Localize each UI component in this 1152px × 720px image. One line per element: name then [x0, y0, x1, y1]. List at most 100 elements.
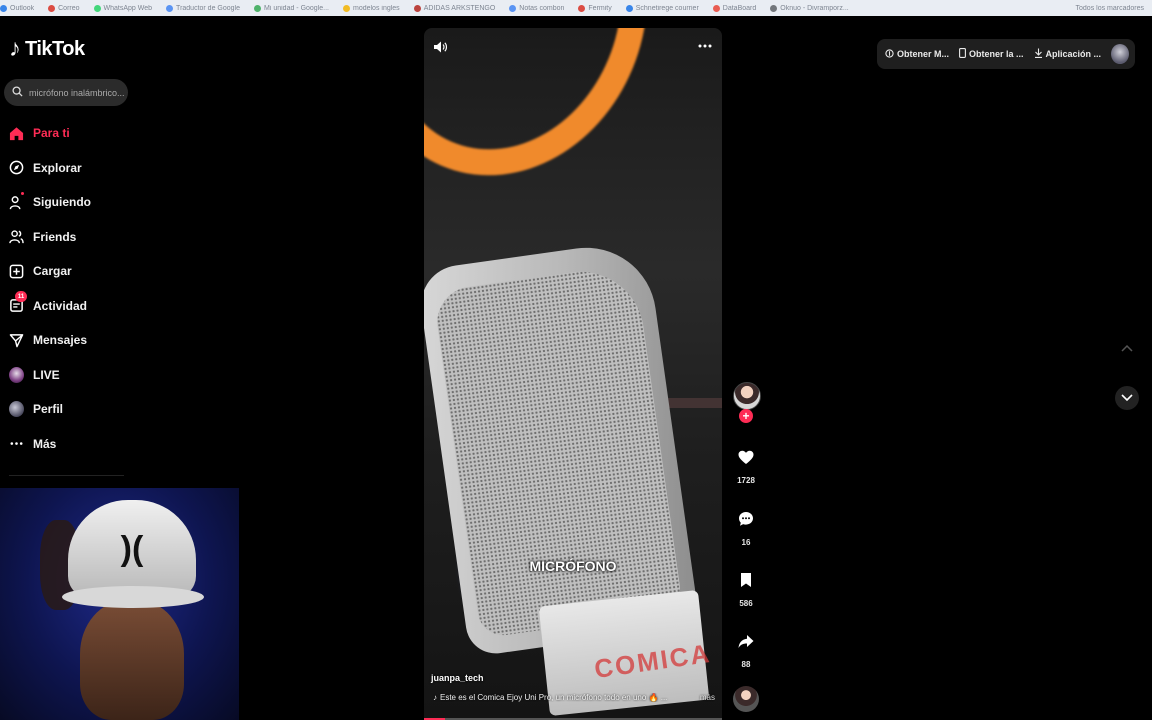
- sidebar-divider: [9, 475, 124, 476]
- share-action[interactable]: 88: [730, 630, 762, 669]
- search-input[interactable]: micrófono inalámbrico...: [4, 79, 128, 106]
- bookmark-icon: [48, 4, 56, 12]
- comment-action[interactable]: 16: [730, 508, 762, 547]
- bookmark-icon: [166, 4, 174, 12]
- sidebar-item-cargar[interactable]: Cargar: [0, 254, 170, 289]
- more-dots-icon: [698, 44, 712, 48]
- ring-light: [424, 28, 692, 216]
- desktop-app-button[interactable]: Aplicación ...: [1034, 48, 1102, 60]
- creator-avatar[interactable]: [733, 382, 761, 410]
- more-link[interactable]: más: [700, 693, 715, 702]
- search-icon[interactable]: [12, 84, 23, 102]
- bookmark-icon: [413, 4, 421, 12]
- upload-icon: [9, 264, 24, 279]
- bookmark-icon: [578, 4, 586, 12]
- sidebar-item-label: Para ti: [33, 126, 70, 141]
- like-count: 1728: [737, 476, 755, 485]
- bookmarks-bar: Outlook Correo WhatsApp Web Traductor de…: [0, 0, 1152, 16]
- bookmark-icon: [509, 4, 517, 12]
- music-note-icon: ♪: [433, 693, 437, 702]
- sidebar-item-label: Explorar: [33, 160, 82, 175]
- sidebar-item-label: LIVE: [33, 367, 60, 382]
- compass-icon: [9, 160, 24, 175]
- desktop-app-label: Aplicación ...: [1045, 49, 1102, 59]
- bookmark-8[interactable]: Fermity: [578, 4, 612, 12]
- all-bookmarks[interactable]: Todos los marcadores: [1076, 5, 1144, 12]
- sidebar-item-label: Friends: [33, 229, 77, 244]
- sidebar-item-mensajes[interactable]: Mensajes: [0, 323, 170, 358]
- bookmark-icon: [0, 4, 7, 12]
- sidebar-item-siguiendo[interactable]: Siguiendo: [0, 185, 170, 220]
- search-text: micrófono inalámbrico...: [29, 87, 125, 98]
- sidebar-item-explorar[interactable]: Explorar: [0, 151, 170, 186]
- sidebar-item-label: Mensajes: [33, 333, 88, 348]
- video-caption-overlay: MICRÓFONO: [529, 558, 617, 574]
- bookmark-1[interactable]: Correo: [48, 4, 80, 12]
- like-action[interactable]: 1728: [730, 446, 762, 485]
- sidebar-item-para-ti[interactable]: Para ti: [0, 116, 170, 151]
- sidebar-item-label: Actividad: [33, 298, 88, 313]
- chevron-down-icon: [1121, 394, 1133, 402]
- more-options-button[interactable]: [696, 39, 714, 53]
- bookmark-6[interactable]: ADIDAS ARKSTENGO: [413, 4, 495, 12]
- tiktok-logo[interactable]: ♪ TikTok: [9, 37, 85, 61]
- activity-icon: 11: [9, 291, 27, 313]
- next-video-button[interactable]: [1115, 386, 1139, 410]
- follow-button[interactable]: +: [739, 409, 753, 423]
- bookmark-icon: [712, 4, 720, 12]
- heart-icon[interactable]: [735, 446, 757, 468]
- sidebar-item-actividad[interactable]: 11 Actividad: [0, 289, 170, 324]
- notification-dot: [21, 191, 24, 195]
- following-icon: [9, 191, 24, 210]
- volume-icon: [434, 41, 448, 53]
- video-description: ♪ Este es el Comica Ejoy Uni Pro, un mic…: [433, 693, 715, 702]
- bookmark-icon: [342, 4, 350, 12]
- bookmark-icon: [93, 4, 101, 12]
- video-player[interactable]: COMICA MICRÓFONO juanpa_tech ♪ Este es e…: [424, 28, 722, 720]
- save-action[interactable]: 586: [730, 569, 762, 608]
- share-icon[interactable]: [735, 630, 757, 652]
- bookmark-5[interactable]: modelos ingles: [342, 4, 400, 12]
- bookmark-11[interactable]: Oknuo - Divramporz...: [770, 4, 849, 12]
- download-icon: [1034, 48, 1043, 60]
- video-author[interactable]: juanpa_tech: [431, 673, 484, 683]
- home-icon: [9, 126, 24, 141]
- sidebar-item-friends[interactable]: Friends: [0, 220, 170, 255]
- tiktok-note-icon: ♪: [9, 35, 21, 62]
- bookmark-icon[interactable]: [735, 569, 757, 591]
- sidebar-item-label: Cargar: [33, 264, 72, 279]
- top-actions-bar: Obtener M... Obtener la ... Aplicación .…: [877, 39, 1135, 69]
- sidebar-item-live[interactable]: LIVE: [0, 358, 170, 393]
- bookmark-10[interactable]: DataBoard: [712, 4, 756, 12]
- user-avatar[interactable]: [1111, 44, 1129, 64]
- get-coins-button[interactable]: Obtener M...: [885, 48, 950, 60]
- bookmark-7[interactable]: Notas combon: [509, 4, 564, 12]
- profile-avatar-icon: [9, 401, 24, 418]
- previous-video-button[interactable]: [1115, 336, 1139, 360]
- live-avatar-icon: [9, 366, 24, 383]
- share-count: 88: [741, 660, 751, 669]
- activity-badge: 11: [15, 291, 27, 303]
- sidebar-item-mas[interactable]: Más: [0, 427, 170, 462]
- bookmark-9[interactable]: Schnetirege courrier: [625, 4, 699, 12]
- sidebar-nav: Para ti Explorar Siguiendo Friends Carga…: [0, 116, 170, 461]
- bookmark-3[interactable]: Traductor de Google: [166, 4, 240, 12]
- music-disc[interactable]: [733, 686, 759, 712]
- sidebar-item-perfil[interactable]: Perfil: [0, 392, 170, 427]
- sidebar-item-label: Siguiendo: [33, 195, 91, 210]
- webcam-cap-brim: [62, 586, 204, 608]
- save-count: 586: [739, 599, 753, 608]
- comment-icon[interactable]: [735, 508, 757, 530]
- bookmark-4[interactable]: Mi unidad - Google...: [254, 4, 329, 12]
- friends-icon: [9, 229, 24, 244]
- video-description-text: Este es el Comica Ejoy Uni Pro, un micró…: [440, 693, 668, 702]
- webcam-person-face: [80, 600, 184, 720]
- bookmark-0[interactable]: Outlook: [0, 4, 34, 12]
- get-coins-label: Obtener M...: [897, 49, 950, 59]
- bookmark-icon: [625, 4, 633, 12]
- volume-button[interactable]: [432, 39, 448, 55]
- bookmark-2[interactable]: WhatsApp Web: [93, 4, 152, 12]
- phone-icon: [959, 48, 966, 60]
- get-app-button[interactable]: Obtener la ...: [959, 48, 1024, 60]
- sidebar-item-label: Perfil: [33, 402, 64, 417]
